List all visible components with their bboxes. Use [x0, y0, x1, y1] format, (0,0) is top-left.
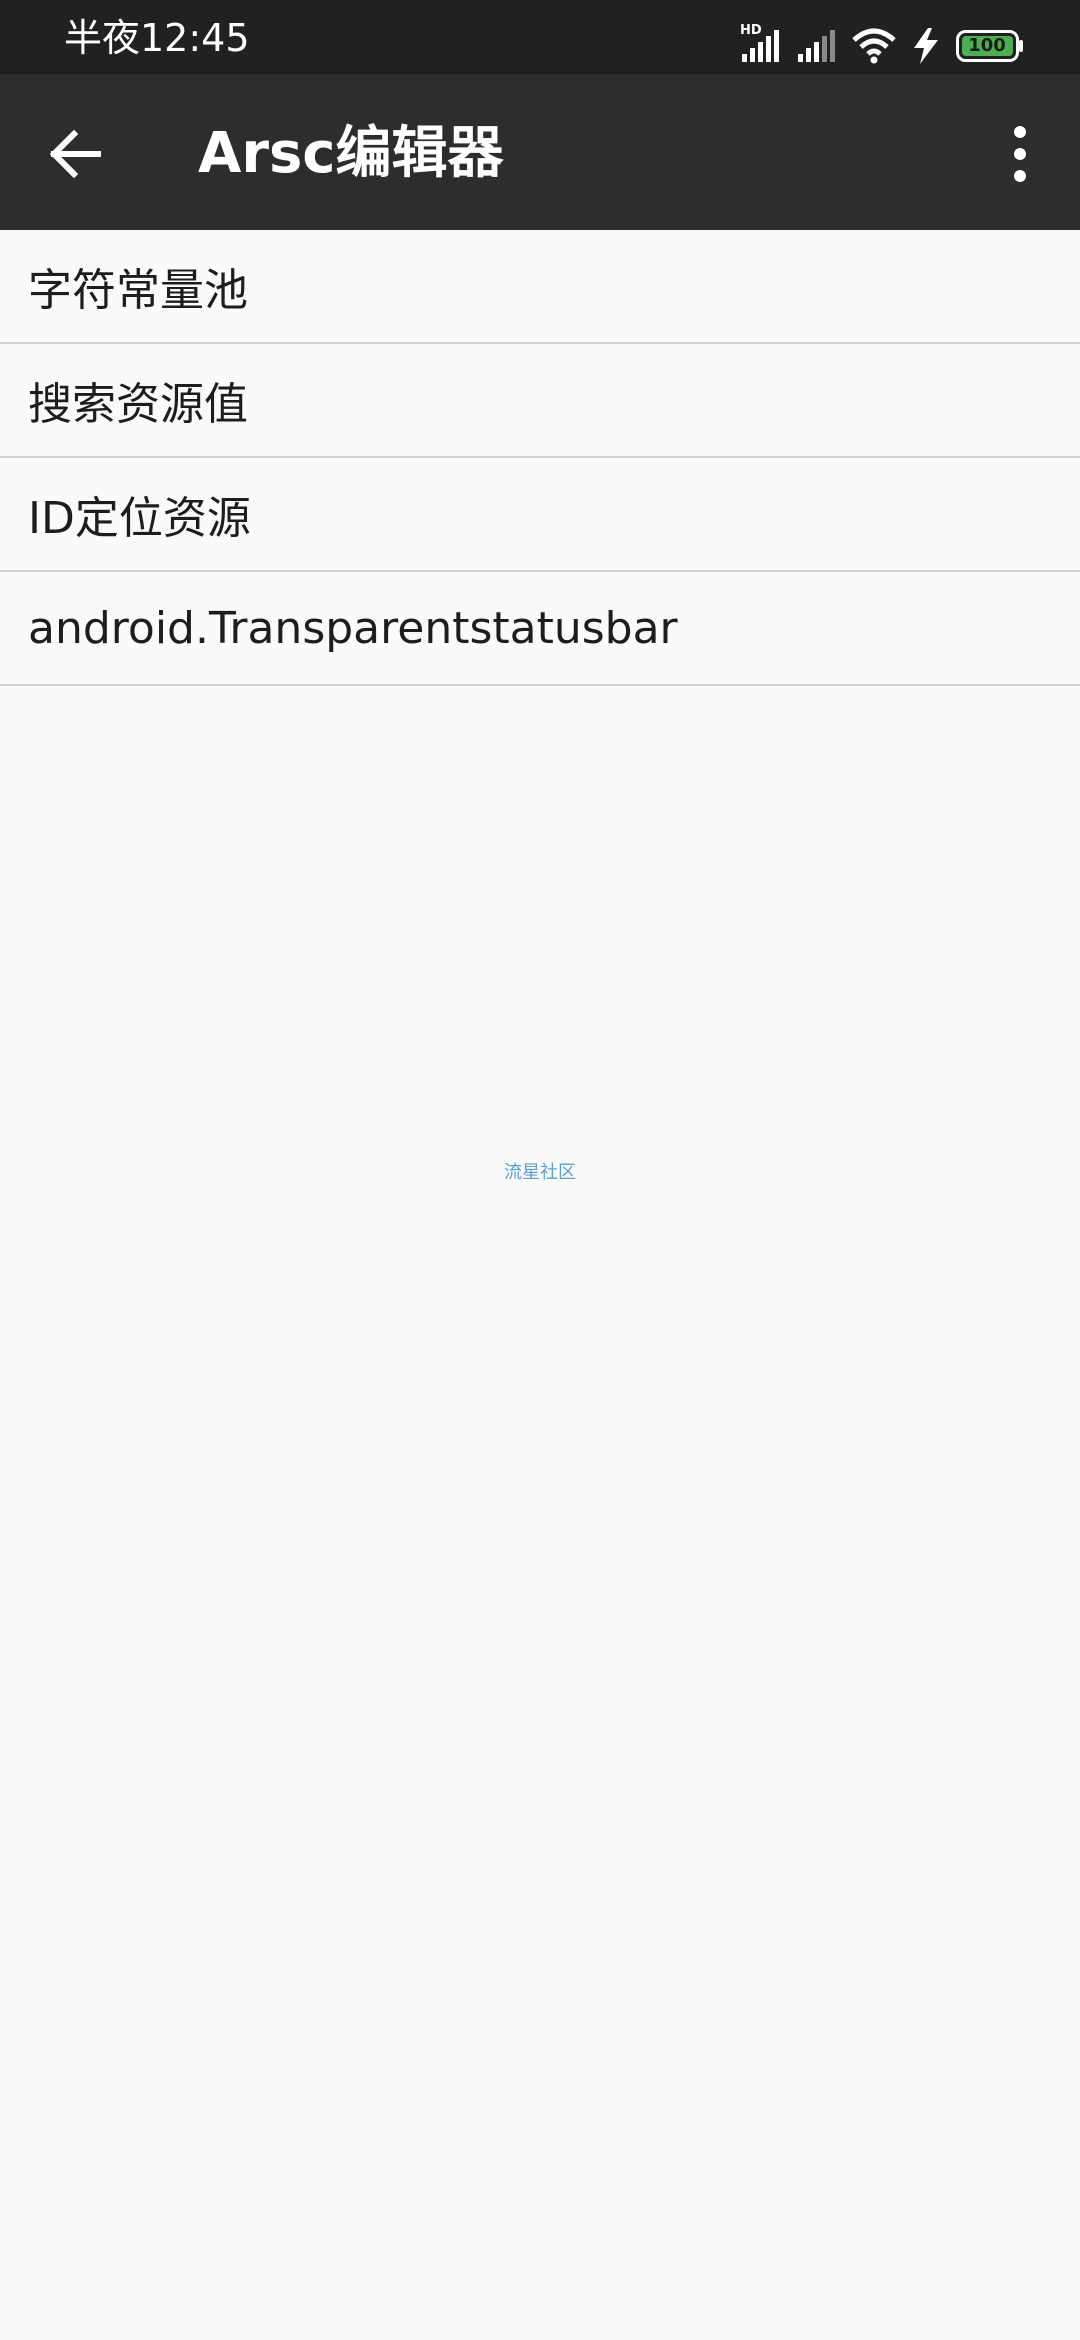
status-bar: 半夜12:45 HD 100 — [0, 0, 1080, 74]
battery-level: 100 — [968, 35, 1006, 56]
signal-icon — [796, 28, 836, 64]
watermark: 流星社区 — [504, 1162, 576, 1183]
app-bar: Arsc编辑器 — [0, 74, 1080, 230]
battery-icon: 100 — [956, 30, 1024, 62]
list-item-label: ID定位资源 — [28, 493, 251, 544]
page-title: Arsc编辑器 — [198, 121, 504, 186]
more-vertical-icon[interactable] — [1000, 118, 1040, 190]
status-icons: HD 100 — [740, 24, 1024, 66]
list-item-string-pool[interactable]: 字符常量池 — [0, 230, 1080, 344]
menu-list: 字符常量池 搜索资源值 ID定位资源 android.Transparentst… — [0, 230, 1080, 686]
arrow-left-icon[interactable] — [46, 124, 106, 184]
list-item-id-locate[interactable]: ID定位资源 — [0, 458, 1080, 572]
list-item-label: 字符常量池 — [28, 265, 248, 316]
signal-hd-icon: HD — [740, 24, 780, 64]
charging-bolt-icon — [912, 28, 940, 64]
list-item-label: android.Transparentstatusbar — [28, 602, 678, 654]
status-time: 半夜12:45 — [64, 16, 250, 60]
wifi-icon — [852, 28, 896, 64]
list-item-search-resource[interactable]: 搜索资源值 — [0, 344, 1080, 458]
hd-badge: HD — [740, 23, 762, 38]
list-item-transparent-statusbar[interactable]: android.Transparentstatusbar — [0, 572, 1080, 686]
list-item-label: 搜索资源值 — [28, 379, 248, 430]
